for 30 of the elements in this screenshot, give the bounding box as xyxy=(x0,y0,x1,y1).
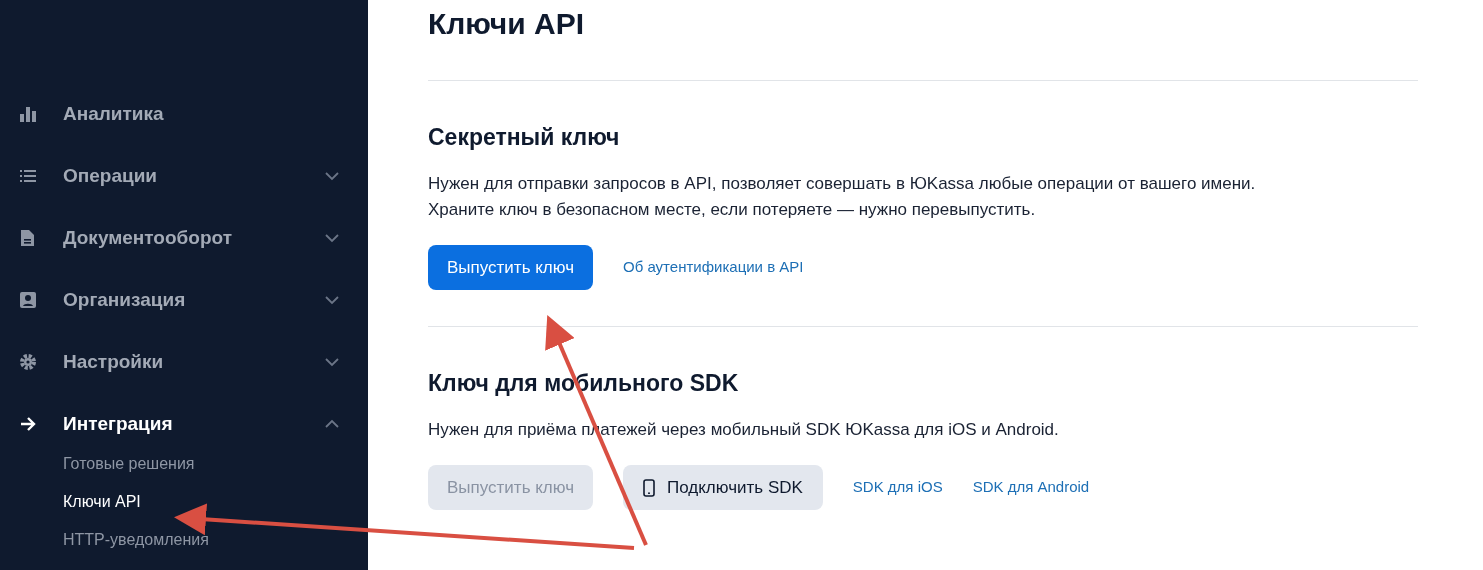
chevron-down-icon xyxy=(324,171,340,181)
help-link[interactable]: Об аутентификации в API xyxy=(623,256,804,279)
list-icon xyxy=(19,168,37,184)
description-text: Храните ключ в безопасном месте, если потеряете — нужно перевыпустить. xyxy=(428,199,1036,221)
phone-icon xyxy=(643,478,655,497)
sidebar-item[interactable]: Настройки xyxy=(0,346,368,378)
person-card-icon xyxy=(19,291,37,309)
description-text: Нужен для отправки запросов в API, позволяет совершать в ЮKassa любые операции от вашего имени. xyxy=(428,173,1256,195)
sidebar-subitem[interactable]: HTTP-уведомления xyxy=(63,526,209,554)
sidebar-subitem[interactable]: Ключи API xyxy=(63,488,141,516)
sidebar-item[interactable]: Операции xyxy=(0,160,368,192)
document-icon xyxy=(19,229,35,247)
page-title: Ключи API xyxy=(428,6,586,42)
sidebar-item[interactable]: Организация xyxy=(0,284,368,316)
arrow-right-icon xyxy=(19,416,37,432)
chevron-up-icon xyxy=(324,419,340,429)
section-title: Секретный ключ xyxy=(428,123,621,152)
help-link[interactable]: SDK для iOS xyxy=(852,476,943,499)
sidebar-item[interactable]: Документооборот xyxy=(0,222,368,254)
help-link[interactable]: SDK для Android xyxy=(972,476,1090,499)
sidebar-item[interactable]: Интеграция xyxy=(0,408,368,440)
chevron-down-icon xyxy=(324,357,340,367)
sidebar-item[interactable]: Аналитика xyxy=(0,98,368,130)
chevron-down-icon xyxy=(324,295,340,305)
bar-chart-icon xyxy=(19,105,37,123)
settings-icon xyxy=(19,353,37,371)
issue-key-button[interactable]: Выпустить ключ xyxy=(428,245,593,290)
chevron-down-icon xyxy=(324,233,340,243)
connect-sdk-button[interactable]: Подключить SDK xyxy=(623,465,823,510)
sidebar-subitem[interactable]: Готовые решения xyxy=(63,450,195,478)
